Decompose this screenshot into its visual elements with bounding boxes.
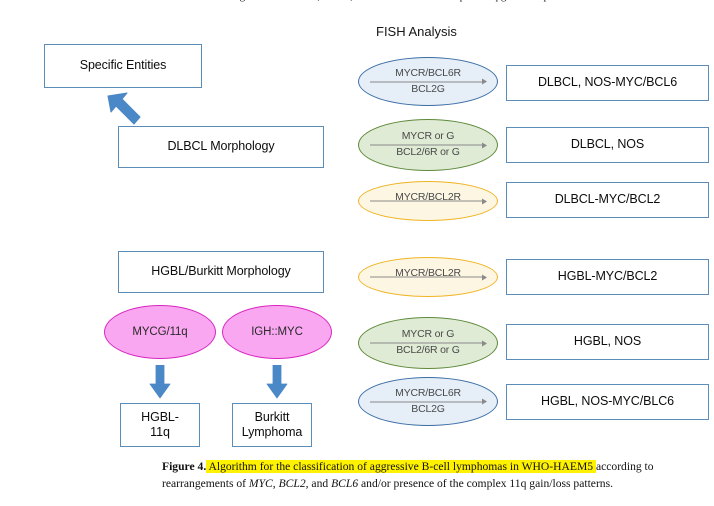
box-result-label: HGBL, NOS [573,334,642,349]
fish-criteria-top: MYCR/BCL6R [395,386,461,399]
oval-mycg-11q: MYCG/11q [104,305,216,359]
fish-ellipse-hgbl-myc-blc6: MYCR/BCL6R BCL2G [358,377,498,426]
box-hgbl-burkitt-morphology-label: HGBL/Burkitt Morphology [151,264,291,279]
box-hgbl-11q-label-line2: 11q [150,425,170,439]
box-result-dlbcl-nos-myc-bcl6: DLBCL, NOS-MYC/BCL6 [506,65,709,101]
fish-criteria-top: MYCR or G [401,328,455,341]
arrow-dlbcl-to-specific-entities [107,92,141,125]
box-hgbl-11q-label-line1: HGBL- [141,409,179,424]
box-hgbl-11q: HGBL- 11q [120,403,200,447]
box-burkitt-lymphoma: Burkitt Lymphoma [232,403,312,447]
fish-criteria-top: MYCR/BCL2R [395,267,461,280]
figure-caption: Figure 4. Algorithm for the classificati… [162,459,714,492]
box-result-hgbl-nos: HGBL, NOS [506,324,709,360]
box-dlbcl-morphology: DLBCL Morphology [118,126,324,168]
clipped-top-text-line: rearrangements of MYC, BCL2, and BCL6 an… [208,0,678,4]
fish-ellipse-dlbcl-myc-bcl2: MYCR/BCL2R [358,181,498,221]
fish-arrow-icon [370,401,486,402]
box-result-dlbcl-myc-bcl2: DLBCL-MYC/BCL2 [506,182,709,218]
arrow-mycg-11q-down [149,365,171,399]
box-result-label: HGBL, NOS-MYC/BLC6 [541,394,674,409]
fish-criteria-top: MYCR/BCL2R [395,191,461,204]
fish-criteria-bottom: BCL2G [411,402,445,415]
box-specific-entities-label: Specific Entities [79,58,167,73]
fish-criteria-top: MYCR or G [401,130,455,143]
box-burkitt-lymphoma-label-line1: Burkitt [254,409,290,424]
figure-caption-gene-myc: MYC [248,476,273,490]
figure-caption-gene-bcl6: BCL6 [331,476,359,490]
oval-mycg-11q-label: MYCG/11q [132,325,188,338]
box-dlbcl-morphology-label: DLBCL Morphology [167,139,275,154]
oval-igh-myc: IGH::MYC [222,305,332,359]
fish-criteria-bottom: BCL2G [411,82,445,95]
section-title-fish-analysis: FISH Analysis [376,24,457,39]
box-result-label: DLBCL, NOS-MYC/BCL6 [537,75,678,90]
box-result-hgbl-nos-myc-blc6: HGBL, NOS-MYC/BLC6 [506,384,709,420]
fish-ellipse-hgbl-myc-bcl2: MYCR/BCL2R [358,257,498,297]
box-hgbl-burkitt-morphology: HGBL/Burkitt Morphology [118,251,324,293]
figure-caption-rest-3: , and [305,476,332,490]
fish-ellipse-hgbl-nos: MYCR or G BCL2/6R or G [358,317,498,369]
fish-arrow-icon [370,81,486,82]
fish-criteria-bottom: BCL2/6R or G [396,344,460,356]
fish-criteria-top: MYCR/BCL6R [395,66,461,79]
fish-ellipse-dlbcl-nos: MYCR or G BCL2/6R or G [358,119,498,171]
box-result-label: DLBCL, NOS [570,137,645,152]
box-result-label: DLBCL-MYC/BCL2 [554,192,661,207]
box-result-dlbcl-nos: DLBCL, NOS [506,127,709,163]
clipped-top-text: rearrangements of MYC, BCL2, and BCL6 an… [0,0,714,14]
fish-criteria-bottom: BCL2/6R or G [396,146,460,158]
figure-caption-label: Figure 4. [162,460,207,473]
box-specific-entities: Specific Entities [44,44,202,88]
fish-ellipse-dlbcl-myc-bcl6: MYCR/BCL6R BCL2G [358,57,498,106]
figure-caption-gene-bcl2: BCL2 [278,476,306,490]
oval-igh-myc-label: IGH::MYC [251,325,303,338]
box-result-label: HGBL-MYC/BCL2 [557,269,658,284]
figure-caption-highlight: Algorithm for the classification of aggr… [206,460,596,473]
box-result-hgbl-myc-bcl2: HGBL-MYC/BCL2 [506,259,709,295]
figure-caption-rest-4: and/or presence of the complex 11q gain/… [358,476,614,490]
box-burkitt-lymphoma-label-line2: Lymphoma [241,425,303,439]
arrow-igh-myc-down [266,365,288,399]
